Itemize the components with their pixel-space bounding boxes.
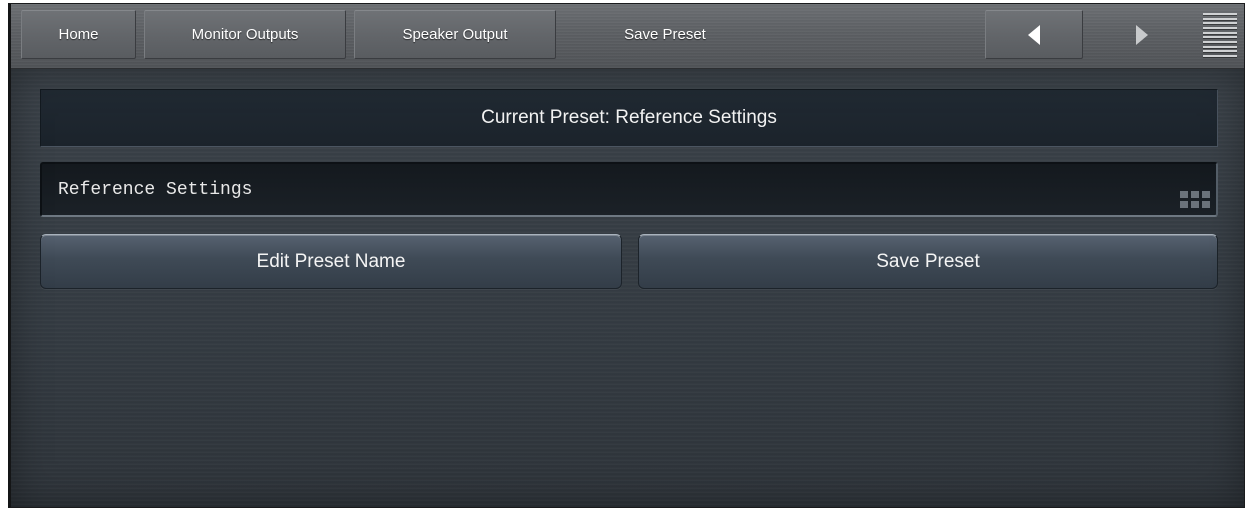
preset-name-value: Reference Settings [58, 179, 253, 200]
back-button[interactable] [985, 10, 1083, 59]
save-preset-panel: Current Preset: Reference Settings Refer… [11, 69, 1244, 507]
app-window: Home Monitor Outputs Speaker Output Save… [8, 3, 1245, 508]
current-preset-label: Current Preset: Reference Settings [40, 89, 1218, 147]
tab-monitor-outputs[interactable]: Monitor Outputs [144, 10, 346, 59]
top-navigation-bar: Home Monitor Outputs Speaker Output Save… [11, 4, 1244, 69]
tab-save-preset[interactable]: Save Preset [564, 10, 766, 59]
tab-home[interactable]: Home [21, 10, 136, 59]
save-preset-button[interactable]: Save Preset [638, 234, 1218, 289]
tab-speaker-output[interactable]: Speaker Output [354, 10, 556, 59]
forward-button[interactable] [1093, 10, 1191, 59]
preset-name-field[interactable]: Reference Settings [40, 162, 1218, 217]
triangle-right-icon [1136, 24, 1148, 45]
menu-lines-icon[interactable] [1203, 13, 1237, 57]
keypad-icon[interactable] [1180, 191, 1210, 208]
triangle-left-icon [1028, 24, 1040, 45]
edit-preset-name-button[interactable]: Edit Preset Name [40, 234, 622, 289]
